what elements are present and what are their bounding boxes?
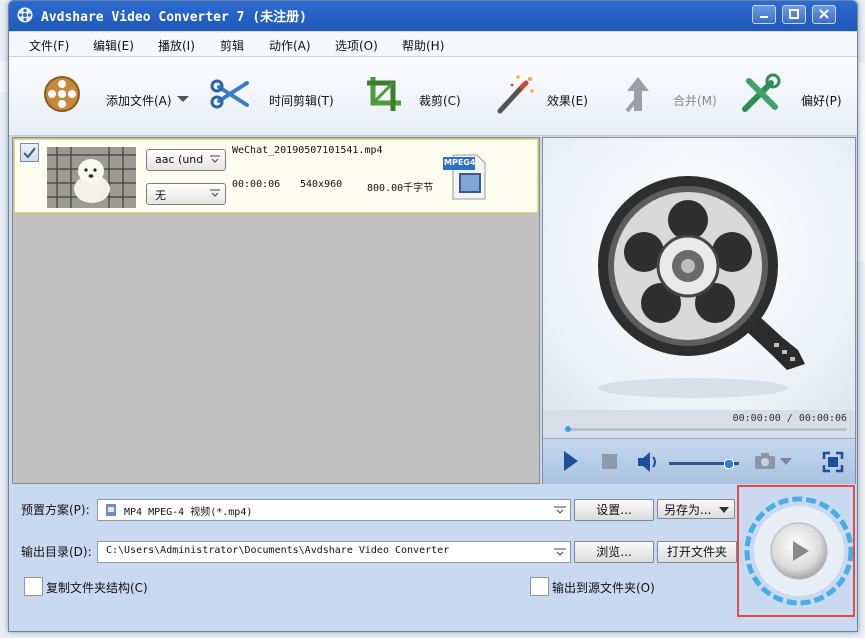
- output-dir-label: 输出目录(D):: [21, 545, 92, 559]
- subtitle-value: 无: [155, 189, 166, 202]
- chevron-down-icon: [719, 507, 729, 513]
- close-icon: [819, 9, 829, 19]
- seek-bar[interactable]: [565, 428, 847, 431]
- menu-clip[interactable]: 剪辑: [220, 37, 244, 54]
- chevron-down-icon: [554, 506, 566, 514]
- menu-file[interactable]: 文件(F): [29, 37, 69, 54]
- output-to-source-checkbox[interactable]: [530, 577, 549, 596]
- app-window: Avdshare Video Converter 7 (未注册) 文件(F) 编…: [8, 0, 858, 632]
- timeline-bar: 00:00:00 / 00:00:06: [543, 410, 855, 438]
- app-logo-icon: [17, 7, 33, 23]
- scissors-icon: [210, 79, 249, 109]
- menu-bar: 文件(F) 编辑(E) 播放(I) 剪辑 动作(A) 选项(O) 帮助(H): [9, 32, 857, 57]
- effect-label: 效果(E): [547, 94, 588, 108]
- output-to-source-label: 输出到源文件夹(O): [552, 581, 655, 595]
- copy-structure-label: 复制文件夹结构(C): [46, 581, 148, 595]
- subtitle-select[interactable]: 无: [146, 183, 226, 205]
- convert-button-highlight: [737, 485, 855, 617]
- crop-button[interactable]: 裁剪(C): [361, 69, 471, 119]
- checkmark-icon: [23, 147, 36, 159]
- file-size: 800.00千字节: [367, 183, 434, 194]
- maximize-button[interactable]: [782, 5, 806, 24]
- add-file-button[interactable]: 添加文件(A): [39, 69, 199, 119]
- convert-button[interactable]: [739, 487, 854, 615]
- play-icon[interactable]: [561, 449, 581, 473]
- format-badge: MPEG4: [444, 158, 476, 167]
- camera-icon[interactable]: [753, 451, 777, 471]
- player-controls: [543, 438, 855, 484]
- add-file-label: 添加文件(A): [106, 94, 172, 108]
- save-as-button[interactable]: 另存为...: [657, 499, 735, 519]
- audio-track-value: aac (und: [155, 153, 204, 166]
- volume-handle[interactable]: [724, 459, 735, 469]
- preset-label: 预置方案(P):: [21, 503, 90, 517]
- menu-play[interactable]: 播放(I): [158, 37, 195, 54]
- merge-icon: [625, 77, 649, 113]
- preferences-label: 偏好(P): [801, 94, 842, 108]
- crop-icon: [367, 77, 401, 111]
- file-checkbox[interactable]: [20, 143, 39, 162]
- minimize-button[interactable]: [752, 5, 776, 24]
- file-duration: 00:00:06: [232, 179, 281, 190]
- volume-icon[interactable]: [636, 450, 658, 474]
- toolbar: 添加文件(A) 时间剪辑(T) 裁剪(C) 效果(E) 合并(M) 偏好(P): [9, 57, 857, 136]
- menu-edit[interactable]: 编辑(E): [93, 37, 134, 54]
- open-folder-button[interactable]: 打开文件夹: [657, 541, 737, 563]
- crop-label: 裁剪(C): [419, 94, 461, 108]
- browse-button[interactable]: 浏览...: [574, 541, 654, 563]
- file-name: WeChat_20190507101541.mp4: [232, 145, 383, 156]
- trim-label: 时间剪辑(T): [269, 94, 334, 108]
- chevron-down-icon[interactable]: [779, 457, 793, 467]
- preferences-button[interactable]: 偏好(P): [737, 69, 847, 119]
- menu-options[interactable]: 选项(O): [335, 37, 378, 54]
- output-dir-select[interactable]: C:\Users\Administrator\Documents\Avdshar…: [97, 541, 571, 563]
- output-dir-value: C:\Users\Administrator\Documents\Avdshar…: [106, 545, 450, 556]
- effect-button[interactable]: 效果(E): [492, 69, 602, 119]
- copy-structure-checkbox[interactable]: [24, 577, 43, 596]
- chevron-down-icon[interactable]: [176, 95, 190, 103]
- window-title: Avdshare Video Converter 7 (未注册): [41, 10, 307, 25]
- settings-button[interactable]: 设置...: [574, 499, 654, 521]
- menu-action[interactable]: 动作(A): [269, 37, 311, 54]
- chevron-down-icon: [554, 548, 566, 556]
- video-file-icon: [106, 504, 116, 516]
- mpeg4-format-icon: MPEG4: [443, 153, 491, 201]
- magic-wand-icon: [497, 75, 534, 114]
- dog-thumbnail-image: [47, 147, 136, 208]
- seek-handle[interactable]: [565, 426, 571, 432]
- trim-button[interactable]: 时间剪辑(T): [209, 69, 339, 119]
- film-reel-icon: [44, 76, 80, 112]
- title-bar: Avdshare Video Converter 7 (未注册): [9, 1, 857, 31]
- film-reel-graphic: [598, 176, 805, 398]
- playback-time: 00:00:00 / 00:00:06: [732, 413, 847, 424]
- chevron-down-icon: [210, 155, 220, 163]
- save-as-label: 另存为...: [664, 503, 712, 517]
- maximize-icon: [789, 9, 799, 19]
- file-resolution: 540x960: [300, 179, 343, 190]
- merge-label: 合并(M): [673, 94, 717, 108]
- close-button[interactable]: [812, 5, 836, 24]
- menu-help[interactable]: 帮助(H): [402, 37, 444, 54]
- file-list-item[interactable]: aac (und 无 WeChat_20190507101541.mp4 00:…: [14, 139, 538, 213]
- chevron-down-icon: [210, 189, 220, 197]
- tools-icon: [742, 73, 781, 112]
- preview-area: [543, 138, 855, 410]
- video-thumbnail: [47, 147, 136, 208]
- preset-value: MP4 MPEG-4 视频(*.mp4): [124, 507, 253, 518]
- preset-select[interactable]: MP4 MPEG-4 视频(*.mp4): [97, 499, 571, 521]
- merge-button[interactable]: 合并(M): [615, 69, 725, 119]
- preview-panel: 00:00:00 / 00:00:06: [542, 137, 856, 484]
- background-window-edge-left: [0, 62, 8, 92]
- stop-icon[interactable]: [601, 453, 619, 471]
- minimize-icon: [760, 16, 768, 18]
- audio-track-select[interactable]: aac (und: [146, 149, 226, 171]
- output-settings: 预置方案(P): MP4 MPEG-4 视频(*.mp4) 设置... 另存为.…: [9, 485, 857, 631]
- file-list: aac (und 无 WeChat_20190507101541.mp4 00:…: [12, 137, 540, 484]
- fullscreen-icon[interactable]: [822, 451, 844, 473]
